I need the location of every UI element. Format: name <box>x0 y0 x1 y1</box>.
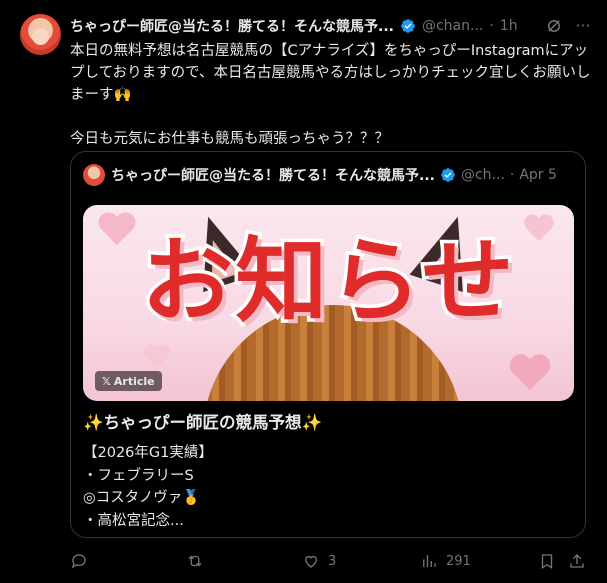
article-line: ◎コスタノヴァ🥇 <box>83 490 201 506</box>
share-button[interactable] <box>568 550 586 572</box>
article-line: ・高松宮記念... <box>83 512 184 529</box>
image-heading: お知らせ <box>138 225 517 339</box>
article-cover-image[interactable]: お知らせ 𝕏 Article <box>83 205 574 401</box>
repost-button[interactable] <box>186 550 212 572</box>
views-button[interactable]: 291 <box>420 550 471 572</box>
share-icon <box>570 554 584 568</box>
grok-icon[interactable] <box>545 17 563 35</box>
quoted-post-header: ちゃっぴー師匠@当たる！勝てる！そんな競馬予... @ch... · Apr 5 <box>111 165 579 185</box>
more-options-icon[interactable]: ··· <box>573 16 593 36</box>
verified-badge-icon <box>441 168 455 182</box>
post-body: 本日の無料予想は名古屋競馬の【Cアナライズ】をちゃっぴーInstagramにアッ… <box>70 40 592 150</box>
reply-button[interactable] <box>70 550 96 572</box>
reply-icon <box>71 554 86 569</box>
quoted-author-handle: @ch... <box>460 167 505 183</box>
author-handle[interactable]: @chan... <box>422 18 483 34</box>
bookmark-icon <box>541 554 553 570</box>
article-line: ・フェブラリーS <box>83 467 194 484</box>
action-bar: 3 291 <box>70 550 590 572</box>
views-count: 291 <box>446 553 471 569</box>
post[interactable]: ちゃっぴー師匠@当たる！勝てる！そんな競馬予... @chan... · 1h … <box>0 0 607 583</box>
separator-dot: · <box>489 18 494 34</box>
verified-badge-icon <box>401 19 415 33</box>
like-count: 3 <box>328 553 337 569</box>
bookmark-button[interactable] <box>538 550 556 572</box>
quoted-post-time: Apr 5 <box>519 167 557 183</box>
like-button[interactable]: 3 <box>302 550 336 572</box>
like-icon <box>305 555 317 568</box>
article-title: ✨ちゃっぴー師匠の競馬予想✨ <box>83 413 323 432</box>
views-icon <box>423 555 436 567</box>
article-badge: 𝕏 Article <box>95 371 162 391</box>
quoted-post[interactable]: ちゃっぴー師匠@当たる！勝てる！そんな競馬予... @ch... · Apr 5… <box>70 151 586 538</box>
article-excerpt: 【2026年G1実績】 ・フェブラリーS ◎コスタノヴァ🥇 ・高松宮記念... <box>83 442 573 532</box>
separator-dot: · <box>509 167 515 183</box>
x-logo-icon: 𝕏 <box>102 374 111 388</box>
post-time[interactable]: 1h <box>500 18 518 34</box>
author-name[interactable]: ちゃっぴー師匠@当たる！勝てる！そんな競馬予... <box>70 16 394 36</box>
repost-icon <box>188 555 202 567</box>
post-paragraph-2: 今日も元気にお仕事も競馬も頑張っちゃう？？？ <box>70 131 389 147</box>
quoted-author-avatar <box>83 164 105 186</box>
article-badge-label: Article <box>113 374 155 388</box>
article-line: 【2026年G1実績】 <box>83 445 213 461</box>
quoted-author-name: ちゃっぴー師匠@当たる！勝てる！そんな競馬予... <box>111 168 435 184</box>
post-header: ちゃっぴー師匠@当たる！勝てる！そんな競馬予... @chan... · 1h <box>70 16 590 36</box>
post-paragraph-1: 本日の無料予想は名古屋競馬の【Cアナライズ】をちゃっぴーInstagramにアッ… <box>70 43 591 103</box>
author-avatar[interactable] <box>20 14 61 55</box>
